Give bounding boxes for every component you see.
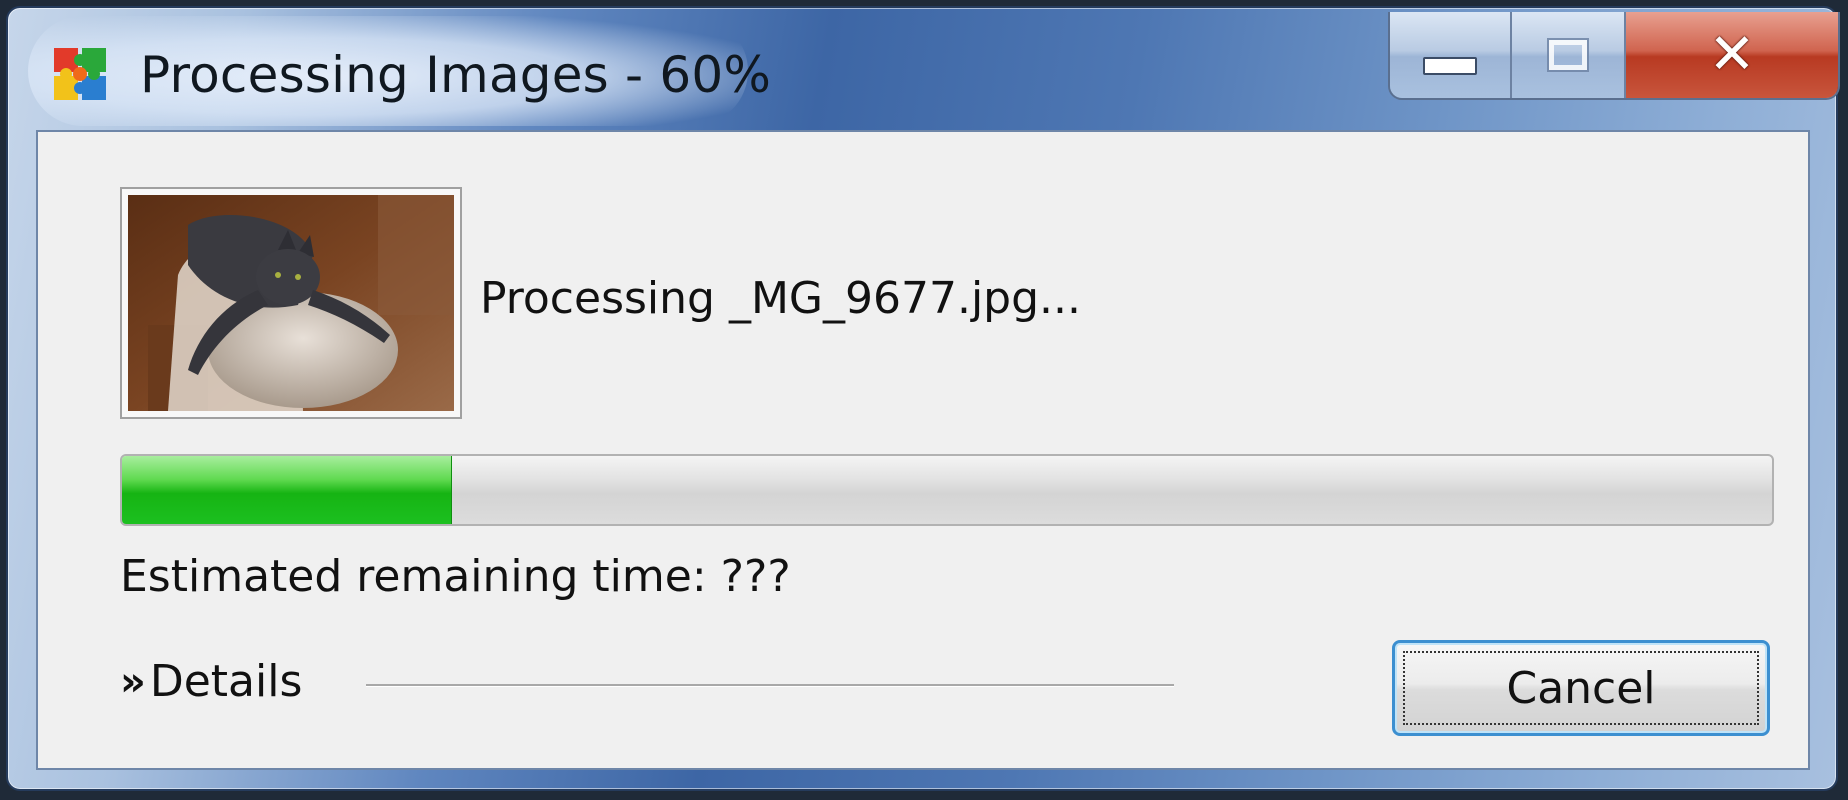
window-title: Processing Images - 60% (140, 46, 772, 104)
maximize-button[interactable] (1512, 12, 1626, 98)
processing-status: Processing _MG_9677.jpg... (480, 273, 1082, 324)
minimize-button[interactable] (1390, 12, 1512, 98)
double-chevron-right-icon: » (120, 659, 146, 705)
details-toggle[interactable]: » Details (120, 655, 302, 709)
maximize-icon (1547, 38, 1589, 72)
caption-buttons: ✕ (1388, 12, 1840, 100)
minimize-icon (1423, 57, 1477, 75)
estimated-time: Estimated remaining time: ??? (120, 551, 791, 602)
cancel-button[interactable]: Cancel (1392, 640, 1770, 736)
details-separator (366, 684, 1174, 687)
close-icon: ✕ (1708, 22, 1756, 87)
progress-bar (120, 454, 1774, 526)
cat-photo-thumbnail (120, 187, 462, 419)
dialog-client-area: Processing _MG_9677.jpg... Estimated rem… (36, 130, 1810, 770)
close-button[interactable]: ✕ (1626, 12, 1838, 98)
progress-dialog-window: Processing Images - 60% ✕ Processing _MG… (6, 6, 1840, 791)
focus-rectangle (1403, 651, 1759, 725)
puzzle-app-icon (50, 44, 110, 104)
progress-bar-fill (122, 456, 452, 524)
details-label: Details (149, 656, 303, 707)
